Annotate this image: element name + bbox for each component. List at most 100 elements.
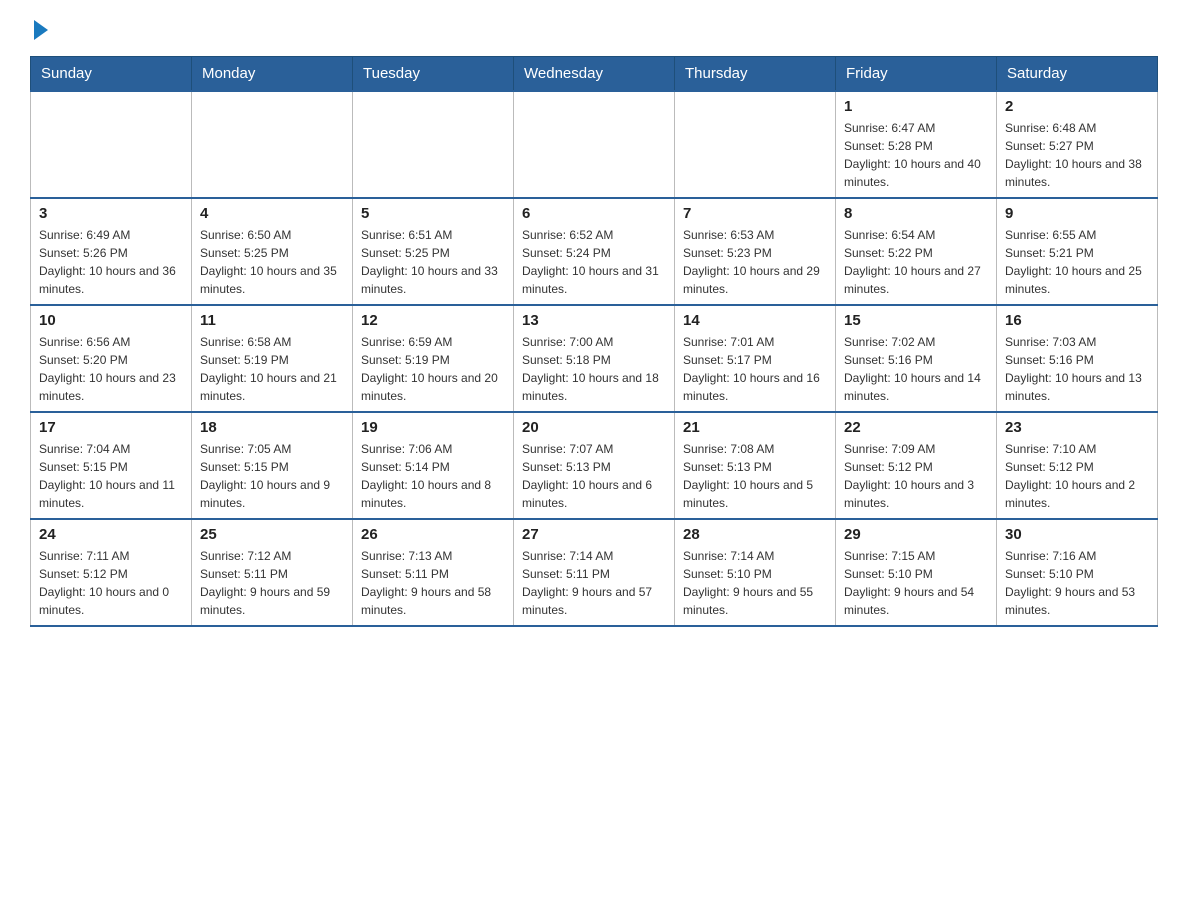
day-number: 29 [844,526,988,543]
day-number: 21 [683,419,827,436]
column-header-saturday: Saturday [997,57,1158,92]
day-number: 15 [844,312,988,329]
day-number: 9 [1005,205,1149,222]
day-info: Sunrise: 7:05 AM Sunset: 5:15 PM Dayligh… [200,440,344,512]
day-info: Sunrise: 7:04 AM Sunset: 5:15 PM Dayligh… [39,440,183,512]
day-number: 27 [522,526,666,543]
day-number: 22 [844,419,988,436]
day-number: 3 [39,205,183,222]
calendar-table: SundayMondayTuesdayWednesdayThursdayFrid… [30,56,1158,627]
calendar-cell: 13 Sunrise: 7:00 AM Sunset: 5:18 PM Dayli… [514,305,675,412]
day-info: Sunrise: 7:13 AM Sunset: 5:11 PM Dayligh… [361,547,505,619]
day-number: 7 [683,205,827,222]
day-info: Sunrise: 7:07 AM Sunset: 5:13 PM Dayligh… [522,440,666,512]
calendar-cell: 21 Sunrise: 7:08 AM Sunset: 5:13 PM Dayli… [675,412,836,519]
day-number: 19 [361,419,505,436]
logo [30,20,50,40]
day-number: 13 [522,312,666,329]
day-number: 11 [200,312,344,329]
calendar-cell: 2 Sunrise: 6:48 AM Sunset: 5:27 PM Daylig… [997,91,1158,198]
calendar-cell [675,91,836,198]
logo-arrow-icon [34,20,48,40]
day-info: Sunrise: 6:58 AM Sunset: 5:19 PM Dayligh… [200,333,344,405]
day-number: 20 [522,419,666,436]
day-info: Sunrise: 6:55 AM Sunset: 5:21 PM Dayligh… [1005,226,1149,298]
day-number: 16 [1005,312,1149,329]
calendar-cell: 7 Sunrise: 6:53 AM Sunset: 5:23 PM Daylig… [675,198,836,305]
day-number: 25 [200,526,344,543]
column-header-monday: Monday [192,57,353,92]
calendar-cell: 14 Sunrise: 7:01 AM Sunset: 5:17 PM Dayli… [675,305,836,412]
calendar-cell: 19 Sunrise: 7:06 AM Sunset: 5:14 PM Dayli… [353,412,514,519]
day-info: Sunrise: 6:53 AM Sunset: 5:23 PM Dayligh… [683,226,827,298]
page-header [30,20,1158,40]
day-info: Sunrise: 7:08 AM Sunset: 5:13 PM Dayligh… [683,440,827,512]
day-info: Sunrise: 6:48 AM Sunset: 5:27 PM Dayligh… [1005,119,1149,191]
calendar-cell: 12 Sunrise: 6:59 AM Sunset: 5:19 PM Dayli… [353,305,514,412]
day-info: Sunrise: 7:03 AM Sunset: 5:16 PM Dayligh… [1005,333,1149,405]
day-number: 24 [39,526,183,543]
calendar-cell: 15 Sunrise: 7:02 AM Sunset: 5:16 PM Dayli… [836,305,997,412]
day-number: 2 [1005,98,1149,115]
calendar-cell: 10Sunrise: 6:56 AM Sunset: 5:20 PM Dayli… [31,305,192,412]
day-info: Sunrise: 6:59 AM Sunset: 5:19 PM Dayligh… [361,333,505,405]
calendar-cell: 9 Sunrise: 6:55 AM Sunset: 5:21 PM Daylig… [997,198,1158,305]
calendar-cell: 4 Sunrise: 6:50 AM Sunset: 5:25 PM Daylig… [192,198,353,305]
day-info: Sunrise: 7:00 AM Sunset: 5:18 PM Dayligh… [522,333,666,405]
day-info: Sunrise: 6:47 AM Sunset: 5:28 PM Dayligh… [844,119,988,191]
calendar-cell: 30 Sunrise: 7:16 AM Sunset: 5:10 PM Dayli… [997,519,1158,626]
day-info: Sunrise: 6:49 AM Sunset: 5:26 PM Dayligh… [39,226,183,298]
column-header-wednesday: Wednesday [514,57,675,92]
day-number: 30 [1005,526,1149,543]
day-info: Sunrise: 6:50 AM Sunset: 5:25 PM Dayligh… [200,226,344,298]
day-number: 18 [200,419,344,436]
day-number: 14 [683,312,827,329]
calendar-header-row: SundayMondayTuesdayWednesdayThursdayFrid… [31,57,1158,92]
calendar-cell: 11 Sunrise: 6:58 AM Sunset: 5:19 PM Dayli… [192,305,353,412]
calendar-cell: 27 Sunrise: 7:14 AM Sunset: 5:11 PM Dayli… [514,519,675,626]
day-info: Sunrise: 7:02 AM Sunset: 5:16 PM Dayligh… [844,333,988,405]
column-header-thursday: Thursday [675,57,836,92]
calendar-cell: 3 Sunrise: 6:49 AM Sunset: 5:26 PM Daylig… [31,198,192,305]
calendar-cell: 16 Sunrise: 7:03 AM Sunset: 5:16 PM Dayli… [997,305,1158,412]
calendar-week-4: 17 Sunrise: 7:04 AM Sunset: 5:15 PM Dayli… [31,412,1158,519]
calendar-cell [31,91,192,198]
day-info: Sunrise: 7:12 AM Sunset: 5:11 PM Dayligh… [200,547,344,619]
day-info: Sunrise: 7:11 AM Sunset: 5:12 PM Dayligh… [39,547,183,619]
day-info: Sunrise: 7:09 AM Sunset: 5:12 PM Dayligh… [844,440,988,512]
calendar-cell: 20 Sunrise: 7:07 AM Sunset: 5:13 PM Dayli… [514,412,675,519]
calendar-cell [192,91,353,198]
day-number: 10 [39,312,183,329]
day-info: Sunrise: 6:51 AM Sunset: 5:25 PM Dayligh… [361,226,505,298]
calendar-cell: 23 Sunrise: 7:10 AM Sunset: 5:12 PM Dayli… [997,412,1158,519]
day-info: Sunrise: 7:10 AM Sunset: 5:12 PM Dayligh… [1005,440,1149,512]
column-header-sunday: Sunday [31,57,192,92]
calendar-cell: 26 Sunrise: 7:13 AM Sunset: 5:11 PM Dayli… [353,519,514,626]
day-info: Sunrise: 7:01 AM Sunset: 5:17 PM Dayligh… [683,333,827,405]
calendar-week-2: 3 Sunrise: 6:49 AM Sunset: 5:26 PM Daylig… [31,198,1158,305]
calendar-week-1: 1Sunrise: 6:47 AM Sunset: 5:28 PM Daylig… [31,91,1158,198]
calendar-cell [353,91,514,198]
calendar-cell: 1Sunrise: 6:47 AM Sunset: 5:28 PM Daylig… [836,91,997,198]
calendar-cell [514,91,675,198]
calendar-cell: 24 Sunrise: 7:11 AM Sunset: 5:12 PM Dayli… [31,519,192,626]
day-info: Sunrise: 6:52 AM Sunset: 5:24 PM Dayligh… [522,226,666,298]
day-info: Sunrise: 7:14 AM Sunset: 5:11 PM Dayligh… [522,547,666,619]
calendar-cell: 8Sunrise: 6:54 AM Sunset: 5:22 PM Daylig… [836,198,997,305]
day-info: Sunrise: 7:16 AM Sunset: 5:10 PM Dayligh… [1005,547,1149,619]
calendar-cell: 17 Sunrise: 7:04 AM Sunset: 5:15 PM Dayli… [31,412,192,519]
day-number: 28 [683,526,827,543]
day-info: Sunrise: 7:15 AM Sunset: 5:10 PM Dayligh… [844,547,988,619]
day-number: 23 [1005,419,1149,436]
day-info: Sunrise: 7:06 AM Sunset: 5:14 PM Dayligh… [361,440,505,512]
day-info: Sunrise: 7:14 AM Sunset: 5:10 PM Dayligh… [683,547,827,619]
day-number: 6 [522,205,666,222]
calendar-cell: 25 Sunrise: 7:12 AM Sunset: 5:11 PM Dayli… [192,519,353,626]
calendar-cell: 5Sunrise: 6:51 AM Sunset: 5:25 PM Daylig… [353,198,514,305]
day-number: 12 [361,312,505,329]
column-header-friday: Friday [836,57,997,92]
day-number: 26 [361,526,505,543]
day-info: Sunrise: 6:54 AM Sunset: 5:22 PM Dayligh… [844,226,988,298]
day-number: 17 [39,419,183,436]
day-number: 4 [200,205,344,222]
